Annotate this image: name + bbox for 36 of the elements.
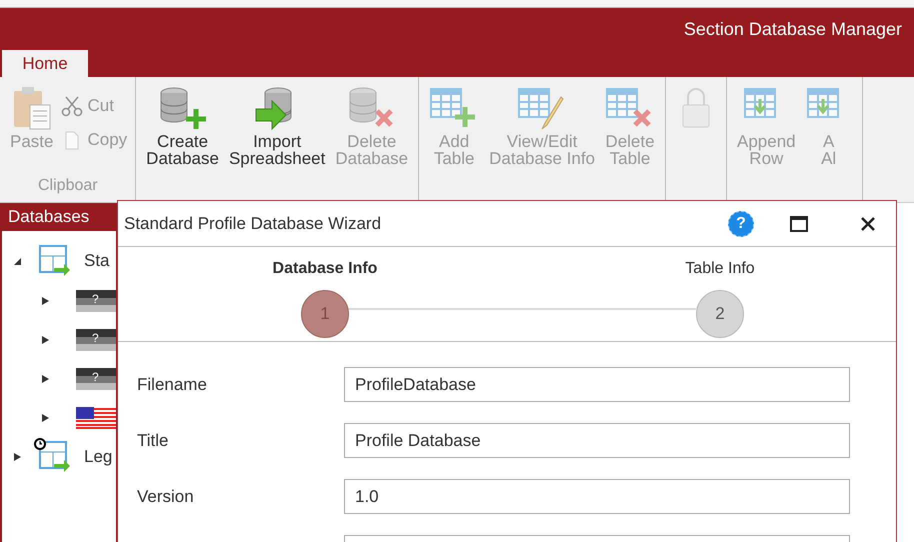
database-plus-icon — [158, 85, 208, 131]
ribbon-button[interactable]: Create Database — [142, 85, 223, 167]
expand-triangle-icon[interactable] — [40, 296, 50, 306]
question-mark: ? — [92, 370, 99, 382]
panel-header: Databases — [0, 203, 118, 231]
profile-placeholder-icon — [76, 368, 116, 390]
window-title: Section Database Manager — [684, 18, 902, 41]
scissors-icon — [61, 95, 84, 117]
profile-placeholder-icon — [76, 328, 116, 350]
profile-placeholder-icon — [76, 290, 116, 312]
expand-triangle-icon[interactable] — [40, 374, 50, 384]
flag-icon — [76, 406, 116, 428]
expand-triangle-icon[interactable] — [40, 412, 50, 422]
step-label: Table Info — [685, 259, 755, 279]
text-field[interactable]: ProfileDatabase — [344, 367, 850, 402]
text-field[interactable]: 1.0 — [344, 479, 850, 514]
expand-triangle-icon[interactable] — [40, 334, 50, 344]
maximize-icon[interactable] — [790, 216, 808, 232]
field-label: Version — [137, 486, 194, 506]
expand-triangle-icon[interactable] — [12, 452, 22, 462]
close-icon[interactable] — [860, 216, 876, 232]
field-label: Title — [137, 430, 168, 450]
tree-item-label[interactable]: Leg — [84, 444, 112, 470]
help-button[interactable]: ? — [728, 210, 754, 236]
clipboard-icon — [12, 85, 52, 131]
ribbon-button[interactable]: Import Spreadsheet — [224, 85, 330, 167]
step-label: Database Info — [272, 259, 378, 279]
field-label: Filename — [137, 374, 207, 394]
question-mark: ? — [92, 332, 99, 344]
collapse-triangle-icon[interactable] — [12, 256, 22, 266]
text-field[interactable]: Profile Database — [344, 423, 850, 458]
dialog-title: Standard Profile Database Wizard — [124, 212, 382, 235]
tree-item-label[interactable]: Sta — [84, 248, 110, 274]
ribbon-tab[interactable]: Home — [2, 50, 88, 77]
question-mark: ? — [92, 292, 99, 304]
group-label: Clipboar — [38, 176, 98, 196]
